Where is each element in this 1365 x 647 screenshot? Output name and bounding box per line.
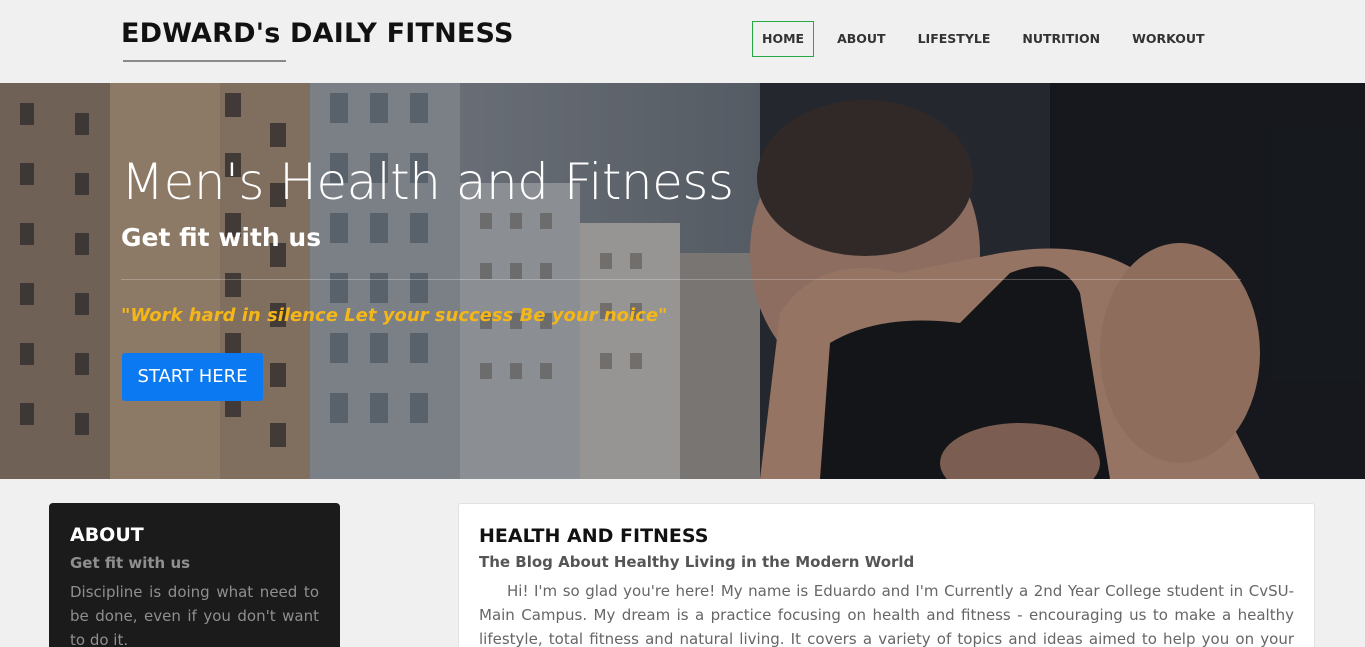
- nav-about[interactable]: ABOUT: [828, 21, 895, 57]
- brand-underline: [123, 60, 286, 62]
- start-here-button[interactable]: START HERE: [122, 353, 263, 401]
- hero-divider: [121, 279, 1241, 280]
- hero-overlay: [0, 83, 1365, 479]
- site-brand[interactable]: EDWARD's DAILY FITNESS: [121, 18, 514, 49]
- about-title: ABOUT: [70, 524, 144, 546]
- blog-text: Hi! I'm so glad you're here! My name is …: [479, 582, 1294, 647]
- main-nav: HOME ABOUT LIFESTYLE NUTRITION WORKOUT: [752, 21, 1228, 57]
- blog-card: HEALTH AND FITNESS The Blog About Health…: [458, 503, 1315, 647]
- blog-title: HEALTH AND FITNESS: [479, 525, 709, 547]
- hero-title: Men's Health and Fitness: [121, 153, 734, 211]
- nav-home[interactable]: HOME: [752, 21, 815, 57]
- nav-nutrition[interactable]: NUTRITION: [1013, 21, 1109, 57]
- hero-banner: Men's Health and Fitness Get fit with us…: [0, 83, 1365, 479]
- site-header: EDWARD's DAILY FITNESS HOME ABOUT LIFEST…: [0, 0, 1365, 83]
- about-text: Discipline is doing what need to be done…: [70, 583, 319, 647]
- nav-lifestyle[interactable]: LIFESTYLE: [909, 21, 1000, 57]
- hero-subtitle: Get fit with us: [121, 223, 322, 252]
- hero-quote: "Work hard in silence Let your success B…: [121, 305, 668, 326]
- nav-workout[interactable]: WORKOUT: [1123, 21, 1213, 57]
- about-subtitle: Get fit with us: [70, 554, 191, 572]
- about-card: ABOUT Get fit with us Discipline is doin…: [49, 503, 340, 647]
- blog-subtitle: The Blog About Healthy Living in the Mod…: [479, 553, 915, 571]
